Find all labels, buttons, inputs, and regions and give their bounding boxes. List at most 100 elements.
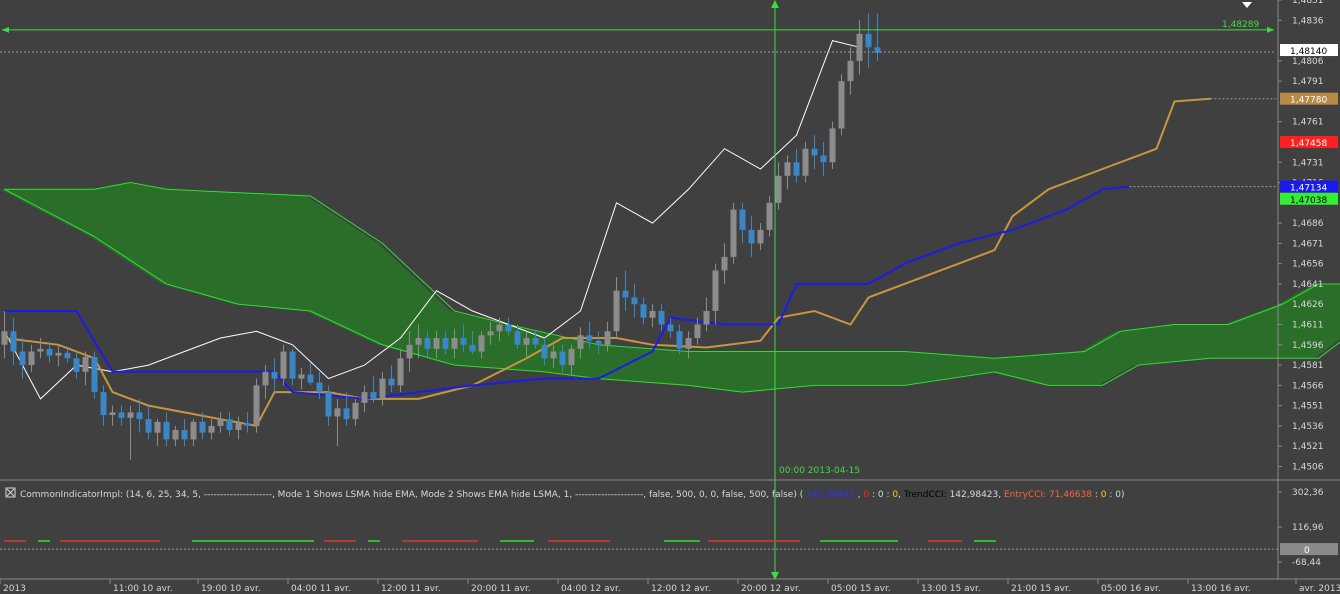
cloud-segment [981, 357, 987, 374]
x-tick-label: avr. 2013 [1299, 584, 1340, 594]
cloud-segment [387, 251, 393, 349]
cloud-segment [175, 189, 181, 290]
cloud-segment [787, 351, 793, 388]
candle-body [199, 421, 206, 433]
cloud-segment [418, 281, 424, 358]
candle-body [334, 408, 341, 417]
candle-body [415, 338, 422, 345]
cloud-segment [382, 247, 388, 348]
candle-body [73, 358, 80, 372]
cloud-segment [1201, 324, 1207, 359]
cloud-segment [1264, 307, 1270, 359]
price-label: 1,47780 [1280, 92, 1338, 106]
candle-body [433, 338, 440, 349]
cloud-segment [202, 191, 208, 297]
cloud-segment [1224, 322, 1230, 359]
horizontal-level-label: 1,48289 [1222, 20, 1259, 30]
candle-body [154, 421, 161, 433]
cloud-segment [58, 189, 64, 223]
cloud-segment [1039, 354, 1045, 386]
cloud-segment [990, 357, 996, 373]
cloud-segment [1120, 330, 1126, 373]
candle-body [307, 374, 314, 383]
y-tick-label: 1,4791 [1292, 77, 1324, 87]
candle-body [577, 335, 584, 349]
candle-body [478, 335, 485, 352]
cloud-segment [139, 185, 145, 273]
cloud-segment [1147, 326, 1153, 364]
cloud-segment [283, 195, 289, 310]
candle-body [235, 423, 242, 430]
chart-canvas[interactable]: 1,48289 00:00 2013-04-15 1,4851 1,4836 1,48… [0, 0, 1340, 594]
cloud-segment [333, 213, 339, 326]
cloud-segment [634, 347, 640, 382]
cloud-segment [126, 182, 132, 264]
cloud-segment [279, 194, 285, 309]
cloud-segment [819, 351, 825, 386]
cloud-segment [598, 345, 604, 380]
candle-body [163, 421, 170, 440]
cloud-segment [1129, 329, 1135, 368]
candle-body [532, 338, 539, 345]
cloud-segment [1066, 352, 1072, 386]
cloud-segment [639, 348, 645, 383]
cloud-segment [936, 354, 942, 380]
cloud-segment [238, 192, 244, 306]
candle-body [253, 385, 260, 426]
candle-body [613, 290, 620, 332]
cloud-segment [738, 351, 744, 393]
candle-body [793, 162, 800, 176]
cloud-segment [940, 354, 946, 380]
candle-body [658, 310, 665, 325]
cloud-segment [1003, 356, 1009, 377]
x-tick-label: 20:00 11 avr. [471, 584, 531, 594]
cloud-segment [909, 352, 915, 384]
cloud-segment [967, 356, 973, 376]
candle-body [289, 351, 296, 379]
candle-body [181, 429, 188, 440]
cloud-segment [949, 355, 955, 378]
candle-body [838, 81, 845, 129]
cloud-segment [958, 355, 964, 377]
candle-body [856, 33, 863, 61]
cloud-segment [315, 201, 321, 318]
cloud-segment [63, 189, 69, 225]
y-tick-label: 1,4731 [1292, 158, 1324, 168]
cloud-segment [666, 350, 672, 385]
indicator-title: CommonIndicatorImpl: (14, 6, 25, 34, 5, … [20, 490, 1125, 500]
cloud-segment [144, 185, 150, 276]
cloud-segment [720, 351, 726, 391]
candle-body [694, 324, 701, 339]
indicator-title-part: CommonIndicatorImpl: (14, 6, 25, 34, 5, … [20, 490, 806, 500]
cloud-segment [1327, 283, 1333, 349]
price-label: 1,47134 [1280, 180, 1338, 194]
trading-chart[interactable]: 1,48289 00:00 2013-04-15 1,4851 1,4836 1,48… [0, 0, 1340, 594]
candle-body [208, 425, 215, 433]
candle-body [343, 408, 350, 420]
cloud-segment [1030, 354, 1036, 384]
candle-body [442, 338, 449, 349]
x-tick-label: 04:00 11 avr. [291, 584, 351, 594]
candle-body [28, 351, 35, 366]
cloud-segment [1219, 324, 1225, 359]
candle-body [397, 358, 404, 386]
cloud-segment [963, 356, 969, 376]
candle-body [316, 382, 323, 393]
cloud-segment [351, 225, 357, 335]
cloud-segment [72, 189, 78, 230]
cloud-segment [733, 351, 739, 393]
cloud-segment [729, 351, 735, 392]
candle-body [118, 412, 125, 418]
cloud-segment [220, 192, 226, 302]
cloud-segment [972, 356, 978, 375]
candle-body [352, 402, 359, 420]
cloud-segment [526, 329, 532, 372]
cloud-segment [1278, 301, 1284, 359]
cloud-segment [756, 351, 762, 391]
cloud-segment [234, 192, 240, 305]
cloud-segment [1174, 324, 1180, 362]
cloud-segment [922, 353, 928, 382]
candle [829, 121, 836, 170]
x-tick-label: 19:00 10 avr. [201, 584, 261, 594]
cloud-segment [391, 256, 397, 350]
